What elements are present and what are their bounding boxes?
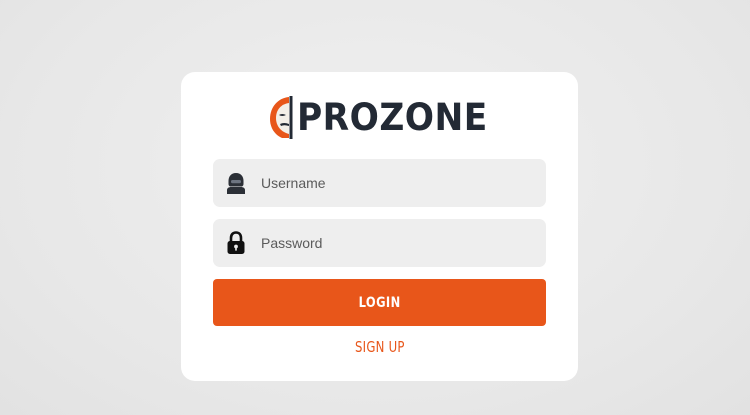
login-page: { "brand": { "name": "PROZONE", "logo_ic… [0,0,750,415]
password-field[interactable] [213,219,546,267]
signup-link-label: SIGN UP [354,338,405,356]
signup-link[interactable]: SIGN UP [181,338,578,356]
login-button[interactable]: LOGIN [213,279,546,326]
hacker-mask-icon [270,96,293,139]
brand-name: PROZONE [297,95,488,139]
lock-icon [225,231,247,254]
password-input[interactable] [261,228,521,258]
login-button-label: LOGIN [358,294,401,311]
hooded-user-icon [225,172,247,194]
username-field[interactable] [213,159,546,207]
username-input[interactable] [261,168,521,198]
brand-logo: PROZONE [269,94,502,140]
login-card: PROZONE LOGIN SIGN UP [181,72,578,381]
